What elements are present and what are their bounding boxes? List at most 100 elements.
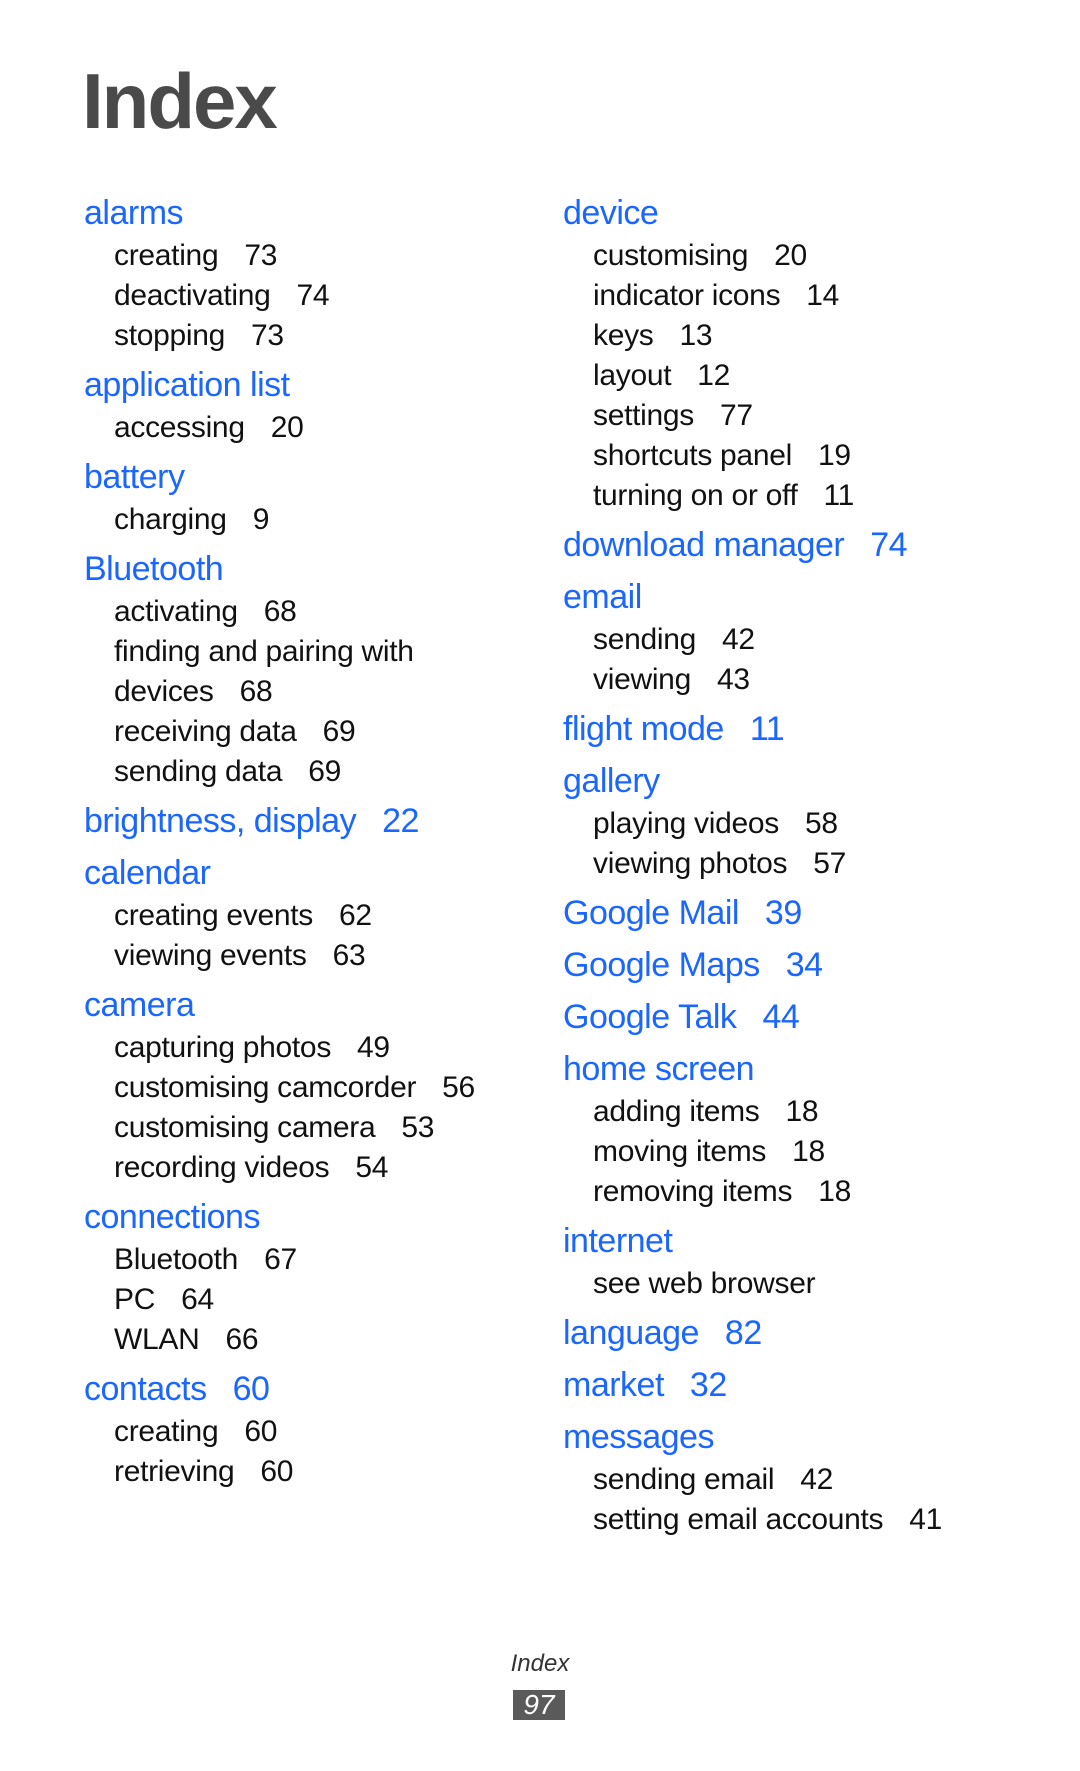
index-subentry[interactable]: see web browser <box>563 1264 1033 1304</box>
index-term[interactable]: battery <box>84 454 554 500</box>
index-term[interactable]: internet <box>563 1218 1033 1264</box>
index-term-page-link[interactable]: 32 <box>690 1366 727 1404</box>
index-subentry-page-link[interactable]: 42 <box>722 623 755 656</box>
index-subentry-page-link[interactable]: 13 <box>680 319 713 352</box>
index-subentry-page-link[interactable]: 60 <box>260 1455 293 1488</box>
index-term-page-link[interactable]: 39 <box>765 894 802 932</box>
index-subentry[interactable]: viewing photos 57 <box>563 844 1033 884</box>
index-subentry[interactable]: turning on or off 11 <box>563 476 1033 516</box>
index-subentry[interactable]: charging 9 <box>84 500 554 540</box>
index-term[interactable]: home screen <box>563 1046 1033 1092</box>
index-term[interactable]: Bluetooth <box>84 546 554 592</box>
index-subentry-page-link[interactable]: 67 <box>264 1243 297 1276</box>
index-term[interactable]: gallery <box>563 758 1033 804</box>
index-term-page-link[interactable]: 11 <box>750 710 785 748</box>
index-subentry[interactable]: retrieving 60 <box>84 1452 554 1492</box>
index-term[interactable]: application list <box>84 362 554 408</box>
index-subentry-page-link[interactable]: 53 <box>401 1111 434 1144</box>
index-term-page-link[interactable]: 22 <box>382 802 419 840</box>
index-subentry-page-link[interactable]: 57 <box>813 847 846 880</box>
index-subentry[interactable]: devices 68 <box>84 672 554 712</box>
index-term[interactable]: connections <box>84 1194 554 1240</box>
index-subentry[interactable]: adding items 18 <box>563 1092 1033 1132</box>
index-subentry-page-link[interactable]: 20 <box>271 411 304 444</box>
index-subentry[interactable]: playing videos 58 <box>563 804 1033 844</box>
index-subentry[interactable]: shortcuts panel 19 <box>563 436 1033 476</box>
index-subentry[interactable]: capturing photos 49 <box>84 1028 554 1068</box>
index-subentry-page-link[interactable]: 69 <box>308 755 341 788</box>
index-subentry[interactable]: indicator icons 14 <box>563 276 1033 316</box>
index-term[interactable]: alarms <box>84 190 554 236</box>
index-subentry[interactable]: creating 60 <box>84 1412 554 1452</box>
index-subentry[interactable]: creating 73 <box>84 236 554 276</box>
index-subentry[interactable]: viewing events 63 <box>84 936 554 976</box>
index-subentry-page-link[interactable]: 49 <box>357 1031 390 1064</box>
index-subentry[interactable]: settings 77 <box>563 396 1033 436</box>
index-subentry-page-link[interactable]: 64 <box>181 1283 214 1316</box>
index-subentry-page-link[interactable]: 19 <box>818 439 851 472</box>
index-term-page-link[interactable]: 82 <box>725 1314 762 1352</box>
index-term-page-link[interactable]: 74 <box>870 526 907 564</box>
index-subentry[interactable]: accessing 20 <box>84 408 554 448</box>
index-term[interactable]: device <box>563 190 1033 236</box>
index-term[interactable]: market 32 <box>563 1362 1033 1408</box>
index-subentry-page-link[interactable]: 12 <box>697 359 730 392</box>
index-term-page-link[interactable]: 44 <box>762 998 799 1036</box>
index-subentry-page-link[interactable]: 18 <box>792 1135 825 1168</box>
index-subentry-page-link[interactable]: 77 <box>720 399 753 432</box>
index-subentry[interactable]: PC 64 <box>84 1280 554 1320</box>
index-subentry[interactable]: WLAN 66 <box>84 1320 554 1360</box>
index-subentry-page-link[interactable]: 63 <box>333 939 366 972</box>
index-term[interactable]: camera <box>84 982 554 1028</box>
index-subentry[interactable]: stopping 73 <box>84 316 554 356</box>
index-term-page-link[interactable]: 34 <box>786 946 823 984</box>
index-term[interactable]: brightness, display 22 <box>84 798 554 844</box>
index-subentry[interactable]: recording videos 54 <box>84 1148 554 1188</box>
index-term[interactable]: flight mode 11 <box>563 706 1033 752</box>
index-subentry[interactable]: customising 20 <box>563 236 1033 276</box>
index-subentry-page-link[interactable]: 20 <box>774 239 807 272</box>
index-subentry-page-link[interactable]: 73 <box>251 319 284 352</box>
index-subentry[interactable]: sending data 69 <box>84 752 554 792</box>
index-subentry[interactable]: moving items 18 <box>563 1132 1033 1172</box>
index-subentry-page-link[interactable]: 9 <box>253 503 270 536</box>
index-subentry-page-link[interactable]: 43 <box>717 663 750 696</box>
index-subentry-page-link[interactable]: 14 <box>806 279 839 312</box>
index-subentry-page-link[interactable]: 66 <box>225 1323 258 1356</box>
index-subentry-page-link[interactable]: 68 <box>240 675 273 708</box>
index-subentry-page-link[interactable]: 74 <box>297 279 330 312</box>
index-subentry[interactable]: sending 42 <box>563 620 1033 660</box>
index-subentry-page-link[interactable]: 62 <box>339 899 372 932</box>
index-subentry-page-link[interactable]: 73 <box>244 239 277 272</box>
index-subentry-page-link[interactable]: 56 <box>442 1071 475 1104</box>
index-subentry[interactable]: layout 12 <box>563 356 1033 396</box>
index-subentry[interactable]: customising camera 53 <box>84 1108 554 1148</box>
index-subentry[interactable]: finding and pairing with <box>84 632 554 672</box>
index-subentry-page-link[interactable]: 42 <box>800 1463 833 1496</box>
index-subentry[interactable]: activating 68 <box>84 592 554 632</box>
index-term[interactable]: Google Maps 34 <box>563 942 1033 988</box>
index-subentry[interactable]: receiving data 69 <box>84 712 554 752</box>
index-subentry-page-link[interactable]: 58 <box>805 807 838 840</box>
index-subentry-page-link[interactable]: 18 <box>786 1095 819 1128</box>
index-term-page-link[interactable]: 60 <box>233 1370 270 1408</box>
index-subentry-page-link[interactable]: 18 <box>818 1175 851 1208</box>
index-subentry[interactable]: viewing 43 <box>563 660 1033 700</box>
index-subentry-page-link[interactable]: 41 <box>909 1503 942 1536</box>
index-subentry[interactable]: deactivating 74 <box>84 276 554 316</box>
index-term[interactable]: email <box>563 574 1033 620</box>
index-term[interactable]: Google Talk 44 <box>563 994 1033 1040</box>
index-subentry[interactable]: keys 13 <box>563 316 1033 356</box>
index-subentry-page-link[interactable]: 54 <box>355 1151 388 1184</box>
index-term[interactable]: calendar <box>84 850 554 896</box>
index-term[interactable]: messages <box>563 1414 1033 1460</box>
index-subentry-page-link[interactable]: 68 <box>264 595 297 628</box>
index-subentry[interactable]: sending email 42 <box>563 1460 1033 1500</box>
index-subentry[interactable]: Bluetooth 67 <box>84 1240 554 1280</box>
index-term[interactable]: download manager 74 <box>563 522 1033 568</box>
index-subentry-page-link[interactable]: 60 <box>244 1415 277 1448</box>
index-subentry[interactable]: setting email accounts 41 <box>563 1500 1033 1540</box>
index-subentry[interactable]: customising camcorder 56 <box>84 1068 554 1108</box>
index-subentry-page-link[interactable]: 11 <box>824 479 855 512</box>
index-term[interactable]: contacts 60 <box>84 1366 554 1412</box>
